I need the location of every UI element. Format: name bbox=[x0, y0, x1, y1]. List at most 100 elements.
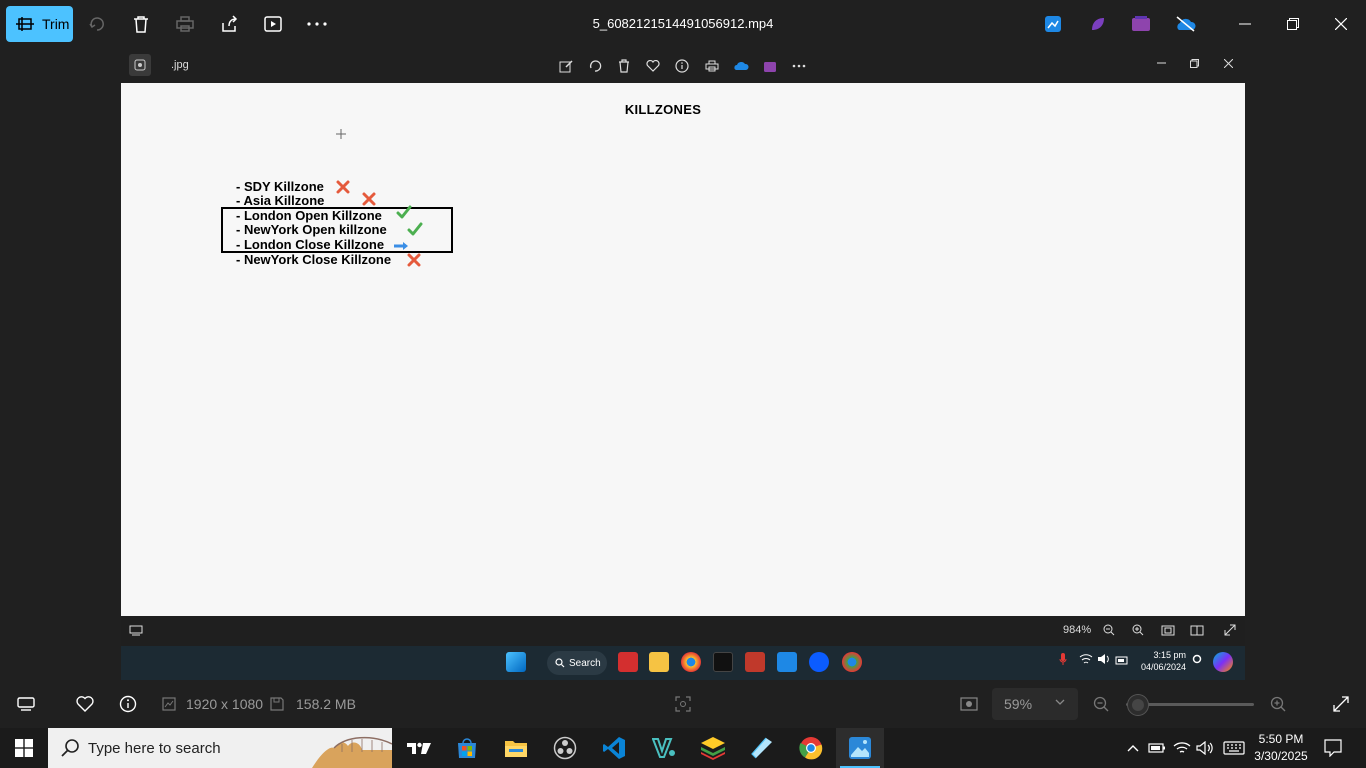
inner-info-icon bbox=[673, 57, 691, 75]
video-frame[interactable]: .jpg KILLZONES - SDY Killzone - Asia Kil… bbox=[121, 48, 1245, 680]
fullscreen-icon[interactable] bbox=[1330, 694, 1352, 714]
taskbar-chrome[interactable] bbox=[787, 728, 835, 768]
onedrive-off-icon[interactable] bbox=[1173, 12, 1197, 36]
status-bar: 1920 x 1080 158.2 MB 59% bbox=[0, 680, 1366, 728]
visual-search-icon[interactable] bbox=[672, 694, 694, 714]
inner-onedrive-icon bbox=[732, 57, 750, 75]
zoom-out-icon[interactable] bbox=[1090, 694, 1112, 714]
obs-icon bbox=[553, 736, 577, 760]
inner-favorite-icon bbox=[644, 57, 662, 75]
edit-image-icon bbox=[557, 57, 575, 75]
killzone-item-sdy: - SDY Killzone bbox=[236, 179, 324, 194]
favorite-icon[interactable] bbox=[74, 694, 96, 714]
inner-status-bar: 984% bbox=[121, 616, 1245, 644]
file-size: 158.2 MB bbox=[296, 696, 356, 712]
zoom-in-icon[interactable] bbox=[1267, 694, 1289, 714]
inner-video-editor-icon bbox=[761, 57, 779, 75]
taskbar-file-explorer[interactable] bbox=[492, 728, 540, 768]
trim-label: Trim bbox=[42, 16, 70, 32]
folder-icon bbox=[505, 741, 527, 757]
inner-chrome-icon bbox=[681, 652, 701, 672]
inner-wifi-icon bbox=[1079, 652, 1093, 672]
taskbar-photos[interactable] bbox=[836, 728, 884, 768]
inner-photos-icon bbox=[777, 652, 797, 672]
notes-app-icon bbox=[751, 737, 772, 759]
inner-clock-time: 3:15 pm bbox=[1153, 650, 1186, 660]
inner-search-icon bbox=[555, 658, 565, 668]
close-icon bbox=[1335, 18, 1347, 30]
taskbar-tradingview[interactable] bbox=[395, 728, 443, 768]
cross-mark-icon bbox=[362, 192, 376, 206]
tradingview-icon bbox=[407, 742, 431, 754]
notification-center-icon[interactable] bbox=[1323, 738, 1343, 758]
dimensions-icon bbox=[160, 694, 178, 714]
inner-volume-icon bbox=[1097, 652, 1111, 672]
photos-tab-icon bbox=[129, 54, 151, 76]
inner-zoom-out-icon bbox=[1101, 622, 1117, 638]
fit-to-window-icon[interactable] bbox=[958, 694, 980, 714]
start-button[interactable] bbox=[0, 728, 48, 768]
minimize-button[interactable] bbox=[1222, 8, 1268, 40]
close-button[interactable] bbox=[1318, 8, 1364, 40]
show-hidden-icons[interactable] bbox=[1123, 738, 1143, 758]
image-dimensions: 1920 x 1080 bbox=[186, 696, 264, 712]
inner-chrome-2-icon bbox=[842, 652, 862, 672]
taskbar-visual-studio[interactable] bbox=[640, 728, 688, 768]
inner-tab-label: .jpg bbox=[171, 59, 189, 71]
inner-more-icon bbox=[790, 57, 808, 75]
inner-clock-date: 04/06/2024 bbox=[1140, 662, 1186, 672]
wifi-icon[interactable] bbox=[1172, 738, 1192, 758]
inner-tradingview-icon bbox=[713, 652, 733, 672]
taskbar-vscode[interactable] bbox=[590, 728, 638, 768]
delete-icon[interactable] bbox=[129, 12, 153, 36]
more-options-icon[interactable] bbox=[305, 12, 329, 36]
inner-filmstrip-icon bbox=[128, 622, 144, 638]
killzone-item-newyork-close: - NewYork Close Killzone bbox=[236, 252, 392, 267]
volume-icon[interactable] bbox=[1195, 738, 1215, 758]
taskbar-notes-app[interactable] bbox=[738, 728, 786, 768]
rotate-icon[interactable] bbox=[85, 12, 109, 36]
trim-icon bbox=[16, 17, 34, 31]
share-icon[interactable] bbox=[217, 12, 241, 36]
inner-zoom-app-icon bbox=[809, 652, 829, 672]
inner-app-pdf-icon bbox=[618, 652, 638, 672]
inner-fullscreen-icon bbox=[1222, 622, 1238, 638]
check-mark-icon bbox=[407, 222, 423, 236]
slideshow-icon[interactable] bbox=[261, 12, 285, 36]
taskbar-clock[interactable]: 5:50 PM 3/30/2025 bbox=[1252, 731, 1310, 765]
info-icon[interactable] bbox=[117, 694, 139, 714]
print-icon[interactable] bbox=[173, 12, 197, 36]
taskbar-bluestacks[interactable] bbox=[689, 728, 737, 768]
inner-folder-icon bbox=[649, 652, 669, 672]
keyboard-icon[interactable] bbox=[1222, 738, 1246, 758]
trim-button[interactable]: Trim bbox=[6, 6, 73, 42]
inner-clock: 3:15 pm 04/06/2024 bbox=[1136, 649, 1186, 673]
battery-icon[interactable] bbox=[1147, 738, 1167, 758]
cross-mark-icon bbox=[336, 180, 350, 194]
video-editor-icon[interactable] bbox=[1129, 12, 1153, 36]
restore-button[interactable] bbox=[1270, 8, 1316, 40]
taskbar-store[interactable] bbox=[443, 728, 491, 768]
photos-icon bbox=[849, 737, 871, 759]
clipchamp-icon[interactable] bbox=[1086, 12, 1110, 36]
visual-studio-icon bbox=[652, 738, 675, 758]
microsoft-store-icon bbox=[458, 738, 476, 758]
inner-toolbar: .jpg bbox=[121, 48, 1245, 83]
bluestacks-icon bbox=[701, 737, 725, 760]
inner-actual-size-icon bbox=[1189, 622, 1205, 638]
inner-search-pill: Search bbox=[547, 651, 607, 675]
zoom-dropdown[interactable]: 59% bbox=[992, 688, 1078, 720]
inner-powerpoint-icon bbox=[745, 652, 765, 672]
inner-rotate-icon bbox=[586, 57, 604, 75]
zoom-slider-thumb[interactable] bbox=[1128, 695, 1149, 715]
inner-copilot-icon bbox=[1213, 652, 1233, 672]
inner-close-icon bbox=[1215, 52, 1241, 74]
inner-zoom-in-icon bbox=[1130, 622, 1146, 638]
filmstrip-toggle-icon[interactable] bbox=[15, 694, 37, 714]
inner-restore-icon bbox=[1181, 52, 1207, 74]
killzone-item-london-close: - London Close Killzone bbox=[236, 237, 385, 252]
clock-time: 5:50 PM bbox=[1258, 732, 1304, 746]
photo-editor-icon[interactable] bbox=[1041, 12, 1065, 36]
taskbar-search[interactable]: Type here to search bbox=[48, 728, 392, 768]
taskbar-obs[interactable] bbox=[541, 728, 589, 768]
